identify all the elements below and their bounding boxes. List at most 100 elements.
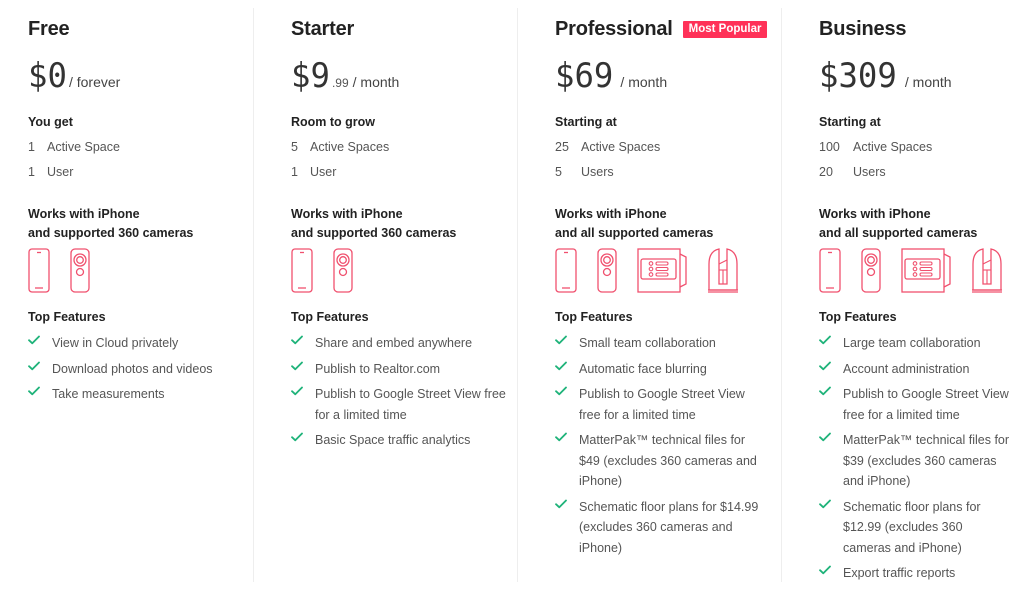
check-icon bbox=[291, 430, 315, 451]
compatibility-text: Works with iPhone and all supported came… bbox=[819, 205, 977, 243]
compatibility-line-2: and all supported cameras bbox=[555, 226, 714, 240]
feature-list: Share and embed anywhere Publish to Realt… bbox=[291, 333, 515, 456]
quota-count: 20 bbox=[819, 165, 833, 179]
quota-title: Room to grow bbox=[291, 115, 376, 129]
plan-price: $69 / month bbox=[555, 56, 667, 96]
feature-text: Download photos and videos bbox=[52, 361, 213, 376]
quota-label: User bbox=[310, 165, 337, 179]
plan-card-starter: Starter $9 .99 / month Room to grow 5 Act… bbox=[291, 0, 515, 592]
plan-name: Business bbox=[819, 18, 907, 40]
supported-devices bbox=[555, 248, 759, 293]
feature-text: Automatic face blurring bbox=[579, 361, 707, 376]
feature-text: Publish to Realtor.com bbox=[315, 361, 441, 376]
feature-text: Schematic floor plans for $14.99 (exclud… bbox=[579, 499, 759, 555]
quota-label: Users bbox=[581, 165, 614, 179]
quota-list: 100 Active Spaces 20 Users bbox=[819, 139, 932, 189]
check-icon bbox=[819, 333, 843, 354]
check-icon bbox=[819, 430, 843, 492]
quota-label: Active Spaces bbox=[853, 140, 933, 154]
feature-text: Publish to Google Street View free for a… bbox=[579, 387, 745, 422]
plan-name: Starter bbox=[291, 18, 355, 40]
feature-item: MatterPak™ technical files for $49 (excl… bbox=[555, 430, 769, 492]
quota-count: 100 bbox=[819, 140, 840, 154]
feature-item: Take measurements bbox=[28, 384, 213, 405]
feature-item: Publish to Google Street View free for a… bbox=[555, 384, 769, 425]
feature-item: Large team collaboration bbox=[819, 333, 1013, 354]
quota-count: 5 bbox=[555, 165, 562, 179]
iphone-icon bbox=[291, 248, 313, 293]
price-amount: $69 bbox=[555, 56, 614, 96]
quota-count: 1 bbox=[28, 165, 35, 179]
features-title: Top Features bbox=[28, 310, 106, 324]
supported-devices bbox=[291, 248, 373, 293]
price-period: / month bbox=[904, 74, 952, 90]
quota-count: 1 bbox=[28, 140, 35, 154]
feature-text: Publish to Google Street View free for a… bbox=[315, 387, 506, 422]
check-icon bbox=[555, 333, 579, 354]
compatibility-text: Works with iPhone and supported 360 came… bbox=[291, 205, 456, 243]
quota-item: 1 User bbox=[291, 164, 389, 189]
quota-title: Starting at bbox=[819, 115, 881, 129]
quota-list: 5 Active Spaces 1 User bbox=[291, 139, 389, 189]
feature-list: Large team collaboration Account administ… bbox=[819, 333, 1013, 589]
check-icon bbox=[28, 359, 52, 380]
plan-price: $9 .99 / month bbox=[291, 56, 399, 96]
price-amount: $0 bbox=[28, 56, 67, 96]
plan-price: $0 / forever bbox=[28, 56, 120, 96]
check-icon bbox=[291, 384, 315, 425]
pro-camera-icon bbox=[901, 248, 953, 293]
compatibility-line-1: Works with iPhone bbox=[28, 207, 140, 221]
price-amount: $309 bbox=[819, 56, 897, 96]
quota-item: 20 Users bbox=[819, 164, 932, 189]
feature-item: Automatic face blurring bbox=[555, 359, 769, 380]
compatibility-line-1: Works with iPhone bbox=[555, 207, 667, 221]
lidar-camera-icon bbox=[707, 248, 739, 293]
compatibility-line-2: and all supported cameras bbox=[819, 226, 978, 240]
pro-camera-icon bbox=[637, 248, 689, 293]
feature-text: Small team collaboration bbox=[579, 336, 716, 350]
feature-text: Export traffic reports bbox=[843, 566, 956, 580]
quota-count: 5 bbox=[291, 140, 298, 154]
plan-header: Starter bbox=[291, 18, 354, 41]
feature-text: Publish to Google Street View free for a… bbox=[843, 387, 1009, 422]
check-icon bbox=[555, 497, 579, 559]
iphone-icon bbox=[819, 248, 841, 293]
feature-item: Schematic floor plans for $12.99 (exclud… bbox=[819, 497, 1013, 559]
plan-header: Free bbox=[28, 18, 70, 41]
quota-item: 5 Active Spaces bbox=[291, 139, 389, 164]
quota-count: 1 bbox=[291, 165, 298, 179]
feature-list: Small team collaboration Automatic face b… bbox=[555, 333, 769, 563]
feature-text: View in Cloud privately bbox=[52, 336, 179, 350]
price-period: / forever bbox=[68, 74, 121, 90]
feature-text: Account administration bbox=[843, 361, 970, 376]
compatibility-line-2: and supported 360 cameras bbox=[291, 226, 457, 240]
check-icon bbox=[819, 359, 843, 380]
plan-card-free: Free $0 / forever You get 1 Active Space 1… bbox=[28, 0, 252, 592]
360-camera-icon bbox=[597, 248, 617, 293]
check-icon bbox=[819, 563, 843, 584]
iphone-icon bbox=[28, 248, 50, 293]
column-divider bbox=[517, 8, 518, 582]
360-camera-icon bbox=[333, 248, 353, 293]
quota-label: Users bbox=[853, 165, 886, 179]
compatibility-line-1: Works with iPhone bbox=[819, 207, 931, 221]
quota-label: Active Spaces bbox=[310, 140, 390, 154]
check-icon bbox=[291, 333, 315, 354]
feature-item: Publish to Realtor.com bbox=[291, 359, 515, 380]
feature-item: MatterPak™ technical files for $39 (excl… bbox=[819, 430, 1013, 492]
compatibility-text: Works with iPhone and all supported came… bbox=[555, 205, 713, 243]
feature-text: MatterPak™ technical files for $49 (excl… bbox=[579, 433, 757, 488]
compatibility-text: Works with iPhone and supported 360 came… bbox=[28, 205, 193, 243]
360-camera-icon bbox=[861, 248, 881, 293]
feature-item: Basic Space traffic analytics bbox=[291, 430, 515, 451]
compatibility-line-2: and supported 360 cameras bbox=[28, 226, 194, 240]
quota-label: Active Space bbox=[47, 140, 120, 154]
quota-list: 25 Active Spaces 5 Users bbox=[555, 139, 660, 189]
feature-text: Take measurements bbox=[52, 387, 165, 401]
feature-text: MatterPak™ technical files for $39 (excl… bbox=[843, 433, 1010, 488]
check-icon bbox=[819, 384, 843, 425]
plan-header: Business bbox=[819, 18, 907, 41]
feature-list: View in Cloud privately Download photos a… bbox=[28, 333, 213, 410]
check-icon bbox=[28, 333, 52, 354]
quota-label: User bbox=[47, 165, 74, 179]
